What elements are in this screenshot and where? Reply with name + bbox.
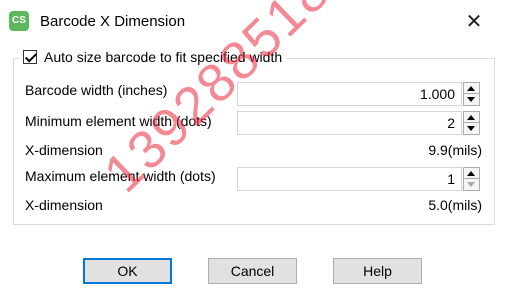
min-element-width-label: Minimum element width (dots) [25,113,212,129]
auto-size-checkbox-label[interactable]: Auto size barcode to fit specified width [44,49,282,65]
decrement-arrow-icon[interactable] [464,123,479,134]
barcode-width-spin-buttons[interactable] [463,82,480,106]
x-dimension-label-1: X-dimension [25,142,103,158]
barcode-width-label: Barcode width (inches) [25,82,168,98]
auto-size-checkbox[interactable] [23,50,37,64]
increment-arrow-icon[interactable] [464,112,479,123]
min-element-width-input[interactable]: 2 [237,111,462,135]
min-element-width-spin-buttons[interactable] [463,111,480,135]
window-title: Barcode X Dimension [40,13,186,30]
x-dimension-label-2: X-dimension [25,197,103,213]
x-dimension-value-2: 5.0(mils) [428,197,482,213]
ok-button[interactable]: OK [83,258,172,284]
close-button[interactable]: ✕ [458,8,490,36]
x-dimension-value-1: 9.9(mils) [428,142,482,158]
app-icon: CS [9,11,29,31]
auto-size-checkbox-row[interactable]: Auto size barcode to fit specified width [19,46,287,68]
max-element-width-input[interactable]: 1 [237,167,462,191]
barcode-width-stepper[interactable]: 1.000 [237,82,482,106]
max-element-width-spin-buttons[interactable] [463,167,480,191]
min-element-width-stepper[interactable]: 2 [237,111,482,135]
help-button[interactable]: Help [333,258,422,284]
max-element-width-label: Maximum element width (dots) [25,168,216,184]
increment-arrow-icon[interactable] [464,168,479,179]
barcode-width-input[interactable]: 1.000 [237,82,462,106]
title-bar: CS Barcode X Dimension ✕ [0,0,505,44]
cancel-button[interactable]: Cancel [208,258,297,284]
decrement-arrow-icon [464,179,479,190]
decrement-arrow-icon[interactable] [464,94,479,105]
increment-arrow-icon[interactable] [464,83,479,94]
max-element-width-stepper[interactable]: 1 [237,167,482,191]
